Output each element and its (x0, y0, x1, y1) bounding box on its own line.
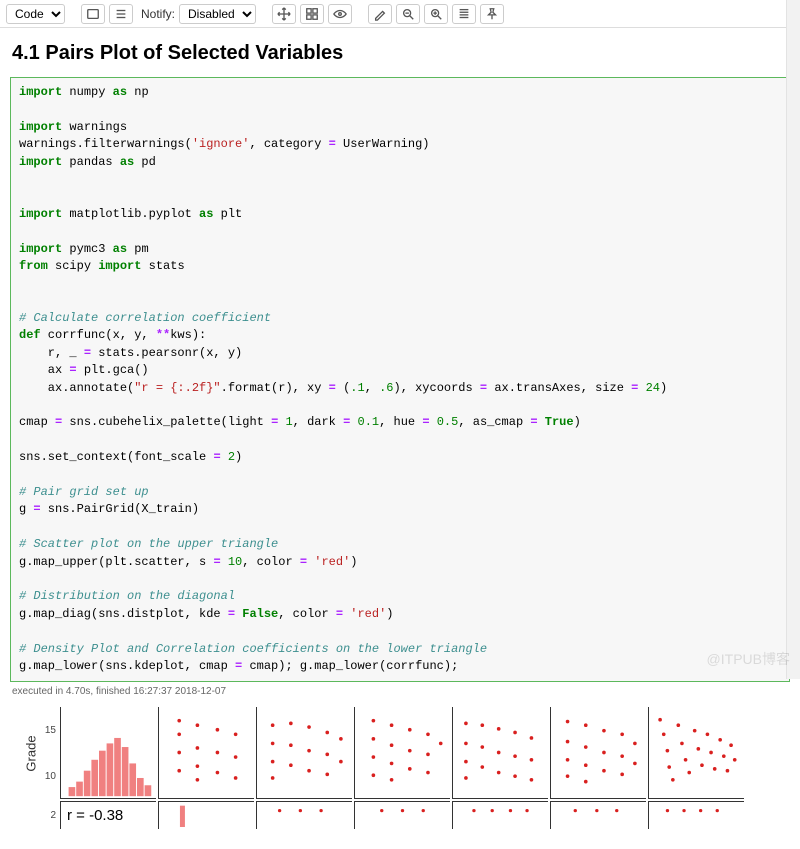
list-dense-icon[interactable] (452, 4, 476, 24)
cell-toolbar-button-2[interactable] (109, 4, 133, 24)
zoom-out-icon[interactable] (396, 4, 420, 24)
marker-icon[interactable] (368, 4, 392, 24)
scatter-0-3 (354, 707, 450, 799)
y-axis-grade: Grade (16, 707, 46, 799)
cell-type-select[interactable]: Code (6, 4, 65, 24)
row1-scatter-2 (256, 801, 352, 829)
code-input-cell[interactable]: import numpy as np import warningswarnin… (10, 77, 790, 682)
scatter-0-6 (648, 707, 744, 799)
scatter-0-2 (256, 707, 352, 799)
scatter-0-5 (550, 707, 646, 799)
notebook-content: 4.1 Pairs Plot of Selected Variables imp… (0, 28, 800, 849)
notebook-toolbar: Code Notify: Disabled (0, 0, 800, 28)
notify-label: Notify: (141, 7, 175, 21)
row1-diag-hist (158, 801, 254, 829)
row1-scatter-4 (452, 801, 548, 829)
grid-icon[interactable] (300, 4, 324, 24)
row1-scatter-6 (648, 801, 744, 829)
row1-scatter-3 (354, 801, 450, 829)
execution-info: executed in 4.70s, finished 16:27:37 201… (12, 686, 788, 697)
zoom-in-icon[interactable] (424, 4, 448, 24)
eye-icon[interactable] (328, 4, 352, 24)
scatter-0-1 (158, 707, 254, 799)
move-icon[interactable] (272, 4, 296, 24)
page-title: 4.1 Pairs Plot of Selected Variables (12, 42, 790, 65)
cell-toolbar-button-1[interactable] (81, 4, 105, 24)
corr-cell-r: r = -0.38 (60, 801, 156, 829)
notify-select[interactable]: Disabled (179, 4, 256, 24)
grade-histogram (60, 707, 156, 799)
vertical-scrollbar[interactable] (786, 0, 800, 679)
row1-scatter-5 (550, 801, 646, 829)
pin-icon[interactable] (480, 4, 504, 24)
pair-grid-output: Grade 15 10 (16, 707, 790, 829)
scatter-0-4 (452, 707, 548, 799)
pair-grid-row-1: 2 r = -0.38 (16, 801, 790, 829)
pair-grid-row-0: Grade 15 10 (16, 707, 790, 799)
